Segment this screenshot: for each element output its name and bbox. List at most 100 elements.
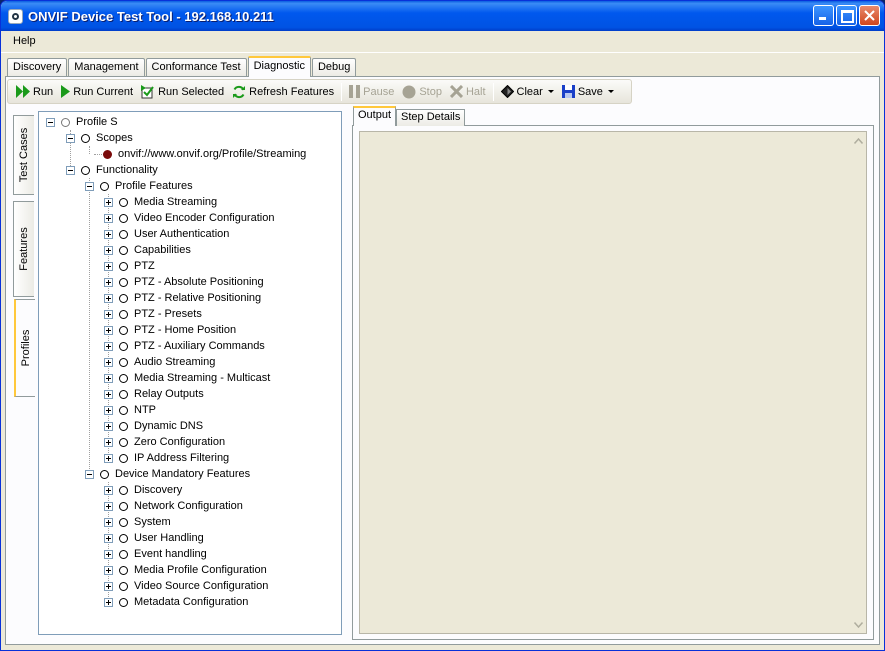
tree-node-label: Relay Outputs xyxy=(134,388,204,400)
tree-node-functionality[interactable]: Functionality xyxy=(66,162,158,178)
tab-debug[interactable]: Debug xyxy=(311,58,357,76)
output-textarea[interactable] xyxy=(359,131,867,634)
tree-node-feature[interactable]: PTZ - Home Position xyxy=(104,322,236,338)
tree-node-feature[interactable]: User Handling xyxy=(104,530,204,546)
tree-node-feature[interactable]: Video Source Configuration xyxy=(104,578,268,594)
collapse-icon[interactable] xyxy=(46,117,55,127)
tree-node-label: Media Profile Configuration xyxy=(134,564,267,576)
run-selected-button[interactable]: Run Selected xyxy=(137,81,228,103)
collapse-icon[interactable] xyxy=(66,165,75,175)
side-tab-test-cases[interactable]: Test Cases xyxy=(13,115,34,195)
expand-icon[interactable] xyxy=(104,517,113,527)
tab-management[interactable]: Management xyxy=(68,58,145,76)
maximize-button[interactable] xyxy=(836,5,857,26)
circle-icon xyxy=(119,309,128,319)
tree-node-feature[interactable]: Event handling xyxy=(104,546,207,562)
tab-step-details[interactable]: Step Details xyxy=(396,109,466,126)
expand-icon[interactable] xyxy=(104,581,113,591)
tree-node-label: PTZ - Auxiliary Commands xyxy=(134,340,265,352)
tree-node-feature[interactable]: Relay Outputs xyxy=(104,386,204,402)
tree-node-device-mandatory-features[interactable]: Device Mandatory Features xyxy=(85,466,250,482)
run-current-button[interactable]: Run Current xyxy=(57,81,137,103)
side-tab-profiles[interactable]: Profiles xyxy=(14,299,35,397)
collapse-icon[interactable] xyxy=(66,133,75,143)
menu-help[interactable]: Help xyxy=(13,35,36,47)
tree-node-feature[interactable]: IP Address Filtering xyxy=(104,450,229,466)
tree-node-profile-features[interactable]: Profile Features xyxy=(85,178,193,194)
expand-icon[interactable] xyxy=(104,325,113,335)
expand-icon[interactable] xyxy=(104,549,113,559)
expand-icon[interactable] xyxy=(104,533,113,543)
expand-icon[interactable] xyxy=(104,565,113,575)
collapse-icon[interactable] xyxy=(85,181,94,191)
tree-node-label: Video Source Configuration xyxy=(134,580,269,592)
tree-node-feature[interactable]: Dynamic DNS xyxy=(104,418,203,434)
expand-icon[interactable] xyxy=(104,197,113,207)
tree-node-feature[interactable]: Capabilities xyxy=(104,242,191,258)
tree-node-feature[interactable]: NTP xyxy=(104,402,156,418)
tree-node-label: Profile S xyxy=(76,116,118,128)
side-tab-features[interactable]: Features xyxy=(13,201,34,297)
save-dropdown-button[interactable]: Save xyxy=(558,81,618,103)
expand-icon[interactable] xyxy=(104,421,113,431)
tree-node-feature[interactable]: PTZ - Relative Positioning xyxy=(104,290,261,306)
tree-node-feature[interactable]: Metadata Configuration xyxy=(104,594,248,610)
expand-icon[interactable] xyxy=(104,389,113,399)
circle-icon xyxy=(119,533,128,543)
halt-button[interactable]: Halt xyxy=(446,81,490,103)
collapse-icon[interactable] xyxy=(85,469,94,479)
tree-node-feature[interactable]: Audio Streaming xyxy=(104,354,215,370)
tree-node-feature[interactable]: Zero Configuration xyxy=(104,434,225,450)
expand-icon[interactable] xyxy=(104,261,113,271)
tree-node-feature[interactable]: PTZ xyxy=(104,258,155,274)
profiles-tree[interactable]: Profile S Scopes onvif://www.onvif.org/P… xyxy=(38,111,342,635)
expand-icon[interactable] xyxy=(104,405,113,415)
expand-icon[interactable] xyxy=(104,213,113,223)
stop-button[interactable]: Stop xyxy=(398,81,446,103)
tree-node-feature[interactable]: Video Encoder Configuration xyxy=(104,210,274,226)
tree-node-feature[interactable]: Media Streaming - Multicast xyxy=(104,370,270,386)
expand-icon[interactable] xyxy=(104,245,113,255)
expand-icon[interactable] xyxy=(104,597,113,607)
refresh-features-button[interactable]: Refresh Features xyxy=(228,81,338,103)
scroll-down-arrow[interactable] xyxy=(851,617,866,632)
tree-node-feature[interactable]: PTZ - Auxiliary Commands xyxy=(104,338,265,354)
expand-icon[interactable] xyxy=(104,437,113,447)
close-button[interactable] xyxy=(859,5,880,26)
expand-icon[interactable] xyxy=(104,293,113,303)
tree-node-feature[interactable]: User Authentication xyxy=(104,226,229,242)
expand-icon[interactable] xyxy=(104,373,113,383)
tab-output[interactable]: Output xyxy=(353,106,397,126)
minimize-button[interactable] xyxy=(813,5,834,26)
expand-icon[interactable] xyxy=(104,453,113,463)
pause-button[interactable]: Pause xyxy=(345,81,398,103)
tab-conformance-test[interactable]: Conformance Test xyxy=(145,58,247,76)
scroll-up-arrow[interactable] xyxy=(851,133,866,148)
tree-node-feature[interactable]: System xyxy=(104,514,171,530)
tree-node-scopes[interactable]: Scopes xyxy=(66,130,133,146)
run-button[interactable]: Run xyxy=(12,81,57,103)
tree-node-feature[interactable]: PTZ - Presets xyxy=(104,306,202,322)
tree-node-feature[interactable]: Network Configuration xyxy=(104,498,243,514)
expand-icon[interactable] xyxy=(104,309,113,319)
tree-node-feature[interactable]: Media Streaming xyxy=(104,194,217,210)
expand-icon[interactable] xyxy=(104,485,113,495)
expand-icon[interactable] xyxy=(104,357,113,367)
tree-node-profile-s[interactable]: Profile S xyxy=(46,114,118,130)
expand-icon[interactable] xyxy=(104,341,113,351)
panel-splitter[interactable] xyxy=(345,107,350,641)
tab-diagnostic[interactable]: Diagnostic xyxy=(247,56,311,77)
close-icon xyxy=(864,10,875,21)
title-bar[interactable]: ONVIF Device Test Tool - 192.168.10.211 xyxy=(1,1,884,31)
clear-dropdown-button[interactable]: Clear xyxy=(497,81,558,103)
tree-node-feature[interactable]: Discovery xyxy=(104,482,182,498)
run-icon xyxy=(16,85,30,98)
expand-icon[interactable] xyxy=(104,277,113,287)
expand-icon[interactable] xyxy=(104,229,113,239)
tree-node-feature[interactable]: PTZ - Absolute Positioning xyxy=(104,274,264,290)
circle-icon xyxy=(81,133,90,143)
tree-node-scope-value[interactable]: onvif://www.onvif.org/Profile/Streaming xyxy=(103,146,306,162)
expand-icon[interactable] xyxy=(104,501,113,511)
tab-discovery[interactable]: Discovery xyxy=(7,58,68,76)
tree-node-feature[interactable]: Media Profile Configuration xyxy=(104,562,267,578)
